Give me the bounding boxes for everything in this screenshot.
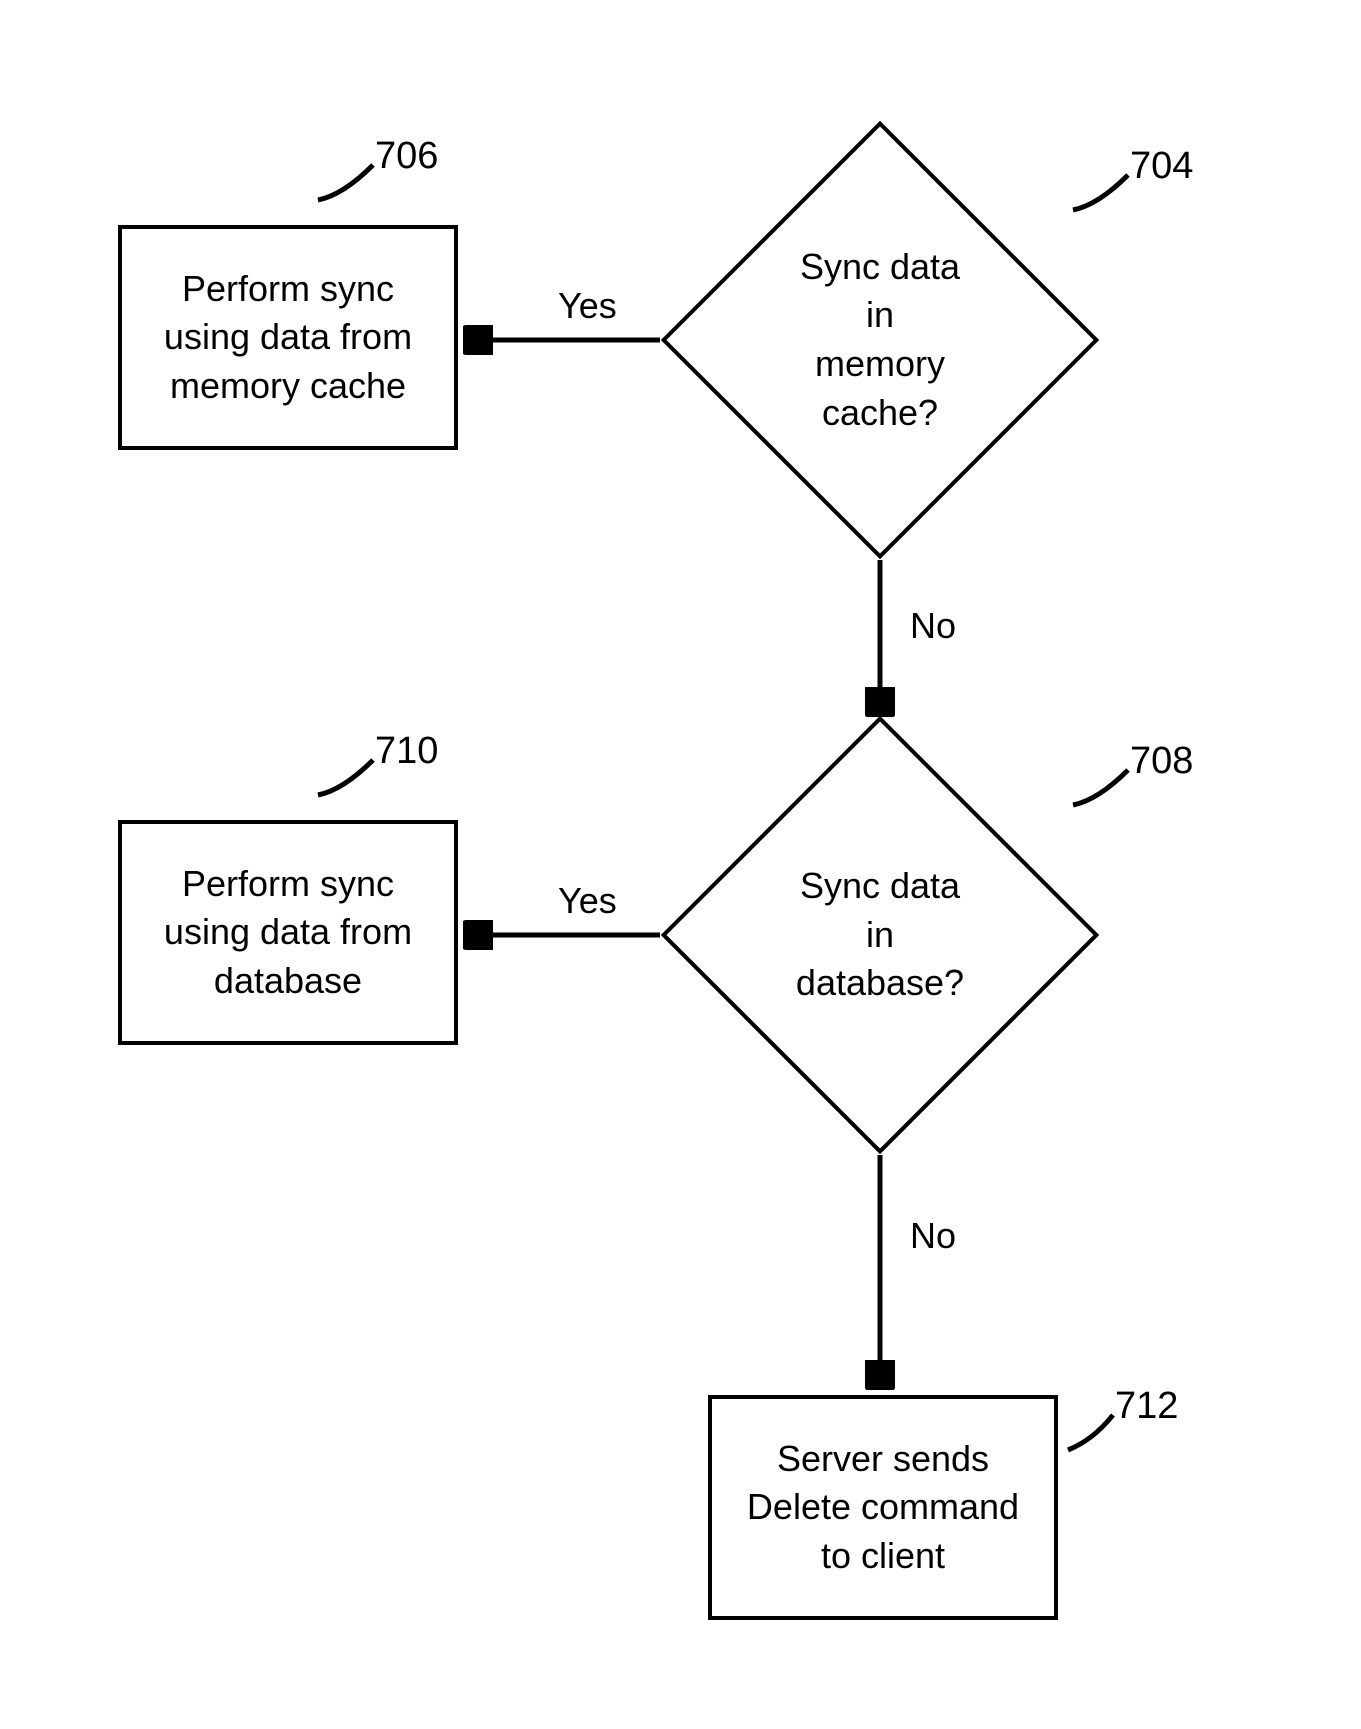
edge-label-yes-1: Yes — [558, 285, 617, 327]
refnum-704: 704 — [1130, 145, 1193, 188]
flowchart-canvas: Sync data inmemory cache? 704 Perform sy… — [0, 0, 1361, 1729]
edge-label-yes-2: Yes — [558, 880, 617, 922]
decision-708-text: Sync data indatabase? — [725, 780, 1035, 1090]
edge-label-no-1: No — [910, 605, 956, 647]
decision-sync-database: Sync data indatabase? — [725, 780, 1035, 1090]
refnum-712: 712 — [1115, 1385, 1178, 1428]
process-server-sends-delete: Server sendsDelete commandto client — [708, 1395, 1058, 1620]
refnum-706: 706 — [375, 135, 438, 178]
refnum-710: 710 — [375, 730, 438, 773]
process-706-text: Perform syncusing data frommemory cache — [164, 265, 412, 411]
decision-sync-memory-cache: Sync data inmemory cache? — [725, 185, 1035, 495]
refnum-708: 708 — [1130, 740, 1193, 783]
edge-label-no-2: No — [910, 1215, 956, 1257]
process-sync-from-memory-cache: Perform syncusing data frommemory cache — [118, 225, 458, 450]
decision-704-text: Sync data inmemory cache? — [725, 185, 1035, 495]
process-sync-from-database: Perform syncusing data fromdatabase — [118, 820, 458, 1045]
process-710-text: Perform syncusing data fromdatabase — [164, 860, 412, 1006]
process-712-text: Server sendsDelete commandto client — [747, 1435, 1019, 1581]
